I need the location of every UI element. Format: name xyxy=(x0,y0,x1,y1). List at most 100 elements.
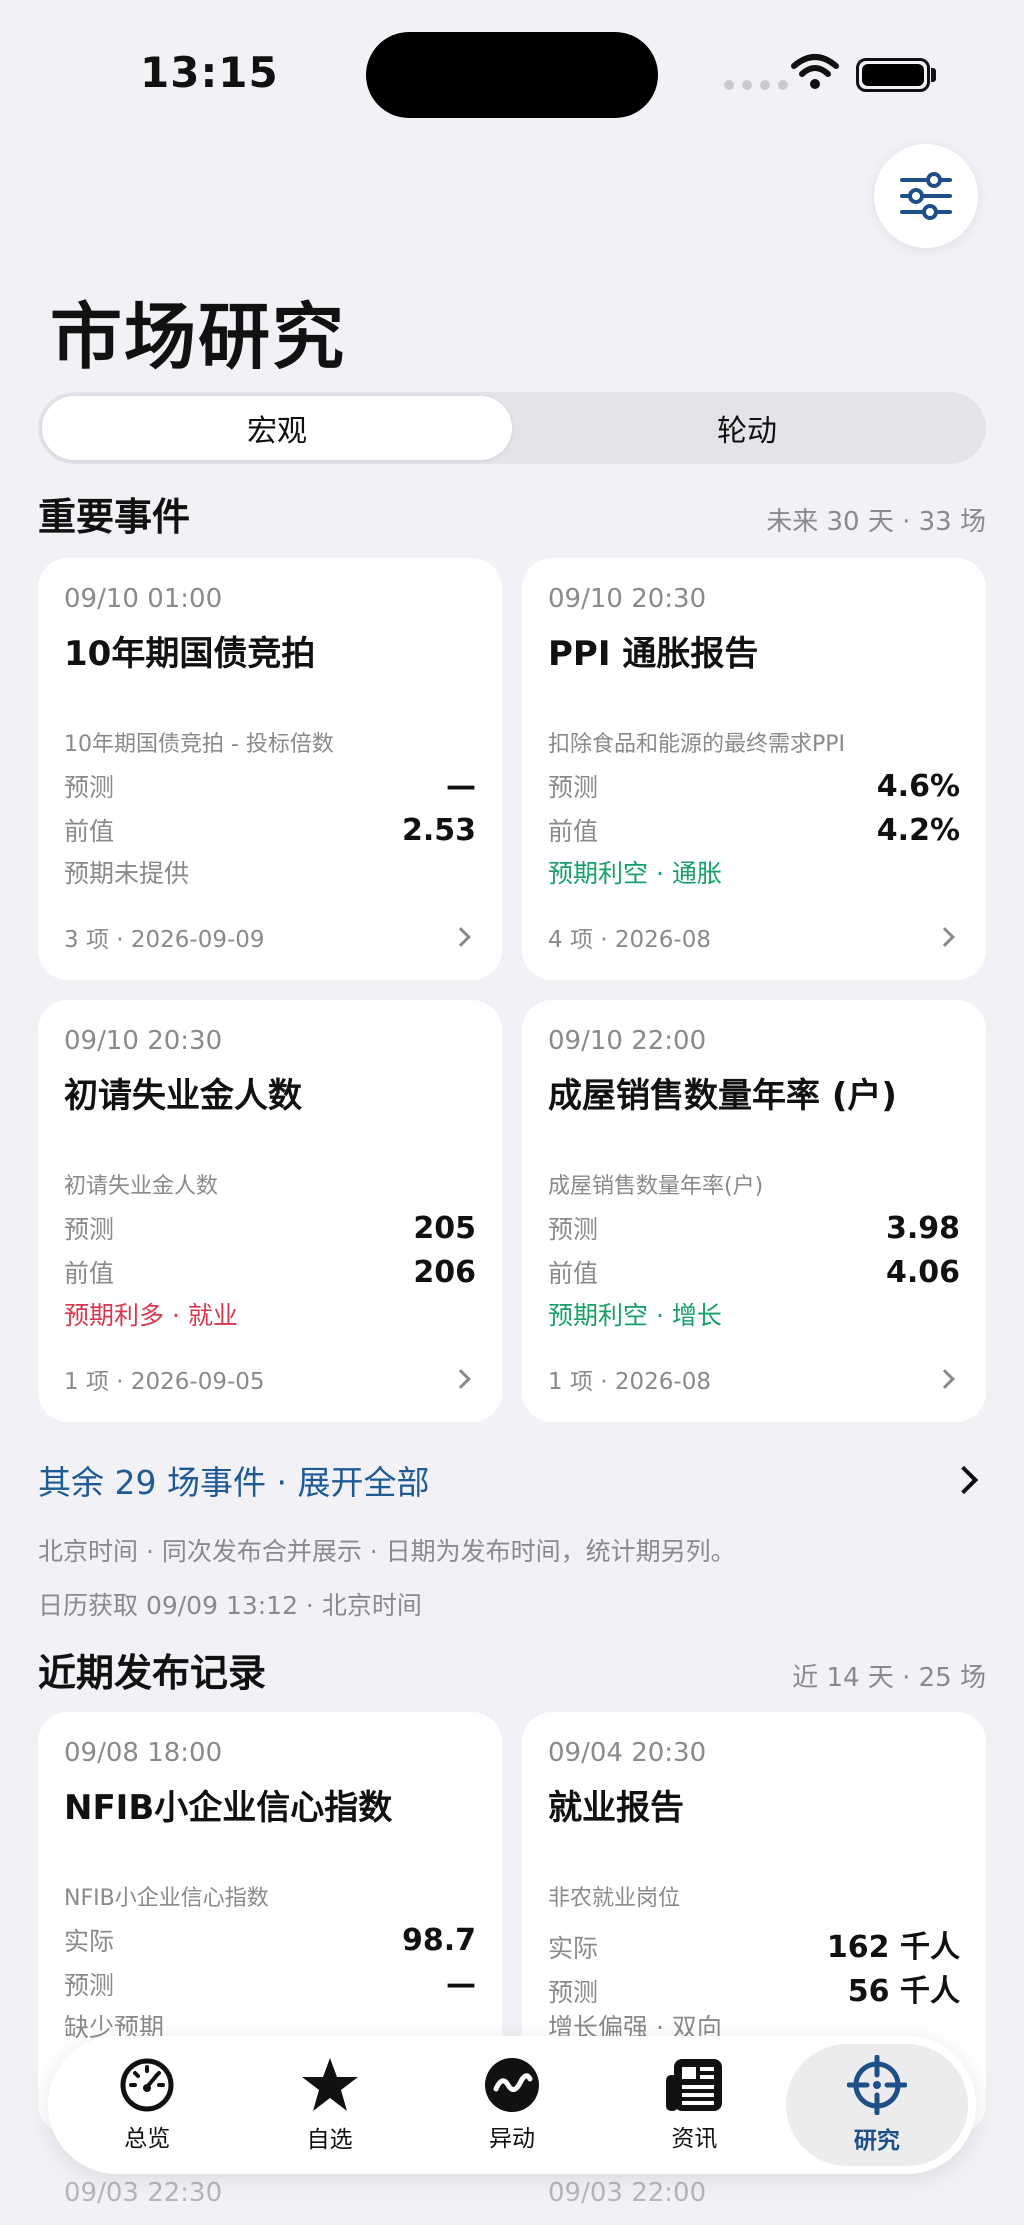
status-time: 13:15 xyxy=(140,48,279,97)
row-value: 3.98 xyxy=(885,1211,960,1246)
row-label: 预测 xyxy=(548,773,599,802)
event-time: 09/10 22:00 xyxy=(548,1026,707,1056)
footer-text: 4 项 · 2026-08 xyxy=(548,927,711,953)
row-label: 预测 xyxy=(548,1978,599,2007)
event-indicator: 成屋销售数量年率(户) xyxy=(548,1174,764,1199)
previous-row: 前值 206 xyxy=(64,1254,476,1290)
wifi-icon xyxy=(791,54,839,89)
row-label: 预测 xyxy=(64,773,115,802)
tab-label: 异动 xyxy=(489,2126,536,2152)
forecast-row: 预测 4.6% xyxy=(548,768,960,804)
previous-row: 前值 4.2% xyxy=(548,812,960,848)
tab-label: 自选 xyxy=(306,2127,353,2153)
expectation-note: 预期未提供 xyxy=(64,859,190,888)
chevron-right-icon xyxy=(451,927,471,947)
newspaper-icon xyxy=(666,2059,723,2111)
footer-text: 1 项 · 2026-09-05 xyxy=(64,1369,265,1395)
row-value: 205 xyxy=(413,1211,476,1246)
card-footer: 3 项 · 2026-09-09 xyxy=(64,920,476,954)
event-title: 10年期国债竞拍 xyxy=(64,634,316,674)
tab-news[interactable]: 资讯 xyxy=(603,2044,785,2166)
row-value: — xyxy=(446,1967,476,2002)
filter-button[interactable] xyxy=(874,144,978,248)
event-indicator: 初请失业金人数 xyxy=(64,1174,219,1199)
event-indicator: 扣除食品和能源的最终需求PPI xyxy=(548,732,846,757)
row-label: 预测 xyxy=(64,1971,115,2000)
calendar-fetch-time: 日历获取 09/09 13:12 · 北京时间 xyxy=(38,1591,422,1620)
row-value: 206 xyxy=(413,1255,476,1290)
forecast-row: 预测 56 千人 xyxy=(548,1966,960,2010)
sliders-icon xyxy=(900,172,952,220)
tab-watchlist[interactable]: 自选 xyxy=(238,2044,420,2166)
important-events-header: 重要事件 未来 30 天 · 33 场 xyxy=(38,486,986,541)
card-footer: 4 项 · 2026-08 xyxy=(548,920,960,954)
expectation-note: 预期利空 · 增长 xyxy=(548,1301,722,1330)
card-footer: 1 项 · 2026-09-05 xyxy=(64,1362,476,1396)
event-card-treasury-auction[interactable]: 09/10 01:00 10年期国债竞拍 10年期国债竞拍 - 投标倍数 预测 … xyxy=(38,558,502,980)
expand-all-events-link[interactable]: 其余 29 场事件 · 展开全部 xyxy=(38,1456,986,1504)
footer-text: 3 项 · 2026-09-09 xyxy=(64,927,265,953)
row-label: 前值 xyxy=(548,1259,599,1288)
row-label: 前值 xyxy=(64,817,115,846)
event-title: PPI 通胀报告 xyxy=(548,634,759,674)
previous-row: 前值 2.53 xyxy=(64,812,476,848)
event-time: 09/10 20:30 xyxy=(548,584,707,614)
expectation-note: 预期利空 · 通胀 xyxy=(548,859,722,888)
row-value: 4.2% xyxy=(876,813,960,848)
row-value: 4.6% xyxy=(876,769,960,804)
section-title: 重要事件 xyxy=(38,495,191,539)
tab-label: 资讯 xyxy=(671,2126,718,2152)
actual-row: 实际 162 千人 xyxy=(548,1922,960,1966)
event-indicator: 10年期国债竞拍 - 投标倍数 xyxy=(64,732,334,757)
previous-row: 前值 4.06 xyxy=(548,1254,960,1290)
chevron-right-icon xyxy=(949,1465,979,1495)
chevron-right-icon xyxy=(451,1369,471,1389)
event-title: 初请失业金人数 xyxy=(64,1076,302,1116)
release-title: NFIB小企业信心指数 xyxy=(64,1788,393,1828)
section-title: 近期发布记录 xyxy=(38,1651,267,1695)
card-footer: 1 项 · 2026-08 xyxy=(548,1362,960,1396)
chevron-right-icon xyxy=(935,1369,955,1389)
tab-label: 研究 xyxy=(853,2128,900,2154)
event-title: 成屋销售数量年率 (户) xyxy=(548,1076,897,1116)
page-title: 市场研究 xyxy=(50,295,347,379)
row-label: 前值 xyxy=(64,1259,115,1288)
footer-text: 1 项 · 2026-08 xyxy=(548,1369,711,1395)
next-release-time: 09/03 22:30 xyxy=(64,2178,223,2208)
row-value: 56 千人 xyxy=(847,1974,960,2009)
row-label: 实际 xyxy=(548,1934,599,1963)
timezone-note: 北京时间 · 同次发布合并展示 · 日期为发布时间，统计期另列。 xyxy=(38,1537,736,1566)
recent-releases-header: 近期发布记录 近 14 天 · 25 场 xyxy=(38,1642,986,1697)
release-time: 09/08 18:00 xyxy=(64,1738,223,1768)
tab-overview[interactable]: 总览 xyxy=(56,2044,238,2166)
row-value: 162 千人 xyxy=(826,1930,960,1965)
release-indicator: NFIB小企业信心指数 xyxy=(64,1886,269,1911)
tab-research[interactable]: 研究 xyxy=(785,2044,969,2166)
battery-tip xyxy=(931,68,936,82)
forecast-row: 预测 3.98 xyxy=(548,1210,960,1246)
segment-macro[interactable]: 宏观 xyxy=(42,396,512,460)
battery-icon xyxy=(856,58,930,92)
release-title: 就业报告 xyxy=(548,1788,684,1828)
star-icon xyxy=(301,2058,358,2111)
event-card-ppi[interactable]: 09/10 20:30 PPI 通胀报告 扣除食品和能源的最终需求PPI 预测 … xyxy=(522,558,986,980)
tab-bar: 总览 自选 异动 资讯 研究 xyxy=(48,2036,976,2174)
release-time: 09/04 20:30 xyxy=(548,1738,707,1768)
tab-movers[interactable]: 异动 xyxy=(421,2044,603,2166)
event-card-existing-home-sales[interactable]: 09/10 22:00 成屋销售数量年率 (户) 成屋销售数量年率(户) 预测 … xyxy=(522,1000,986,1422)
tab-label: 总览 xyxy=(124,2126,171,2152)
next-release-time: 09/03 22:00 xyxy=(548,2178,707,2208)
expand-all-label: 其余 29 场事件 · 展开全部 xyxy=(38,1463,430,1502)
actual-row: 实际 98.7 xyxy=(64,1922,476,1958)
row-value: 2.53 xyxy=(401,813,476,848)
forecast-row: 预测 205 xyxy=(64,1210,476,1246)
row-value: 4.06 xyxy=(885,1255,960,1290)
row-label: 实际 xyxy=(64,1927,115,1956)
cellular-signal-icon xyxy=(724,80,788,90)
segment-rotation[interactable]: 轮动 xyxy=(512,396,982,460)
segmented-control: 宏观 轮动 xyxy=(38,392,986,464)
row-value: — xyxy=(446,769,476,804)
event-card-jobless-claims[interactable]: 09/10 20:30 初请失业金人数 初请失业金人数 预测 205 前值 20… xyxy=(38,1000,502,1422)
section-meta: 近 14 天 · 25 场 xyxy=(792,1663,986,1693)
crosshair-icon xyxy=(846,2055,907,2115)
